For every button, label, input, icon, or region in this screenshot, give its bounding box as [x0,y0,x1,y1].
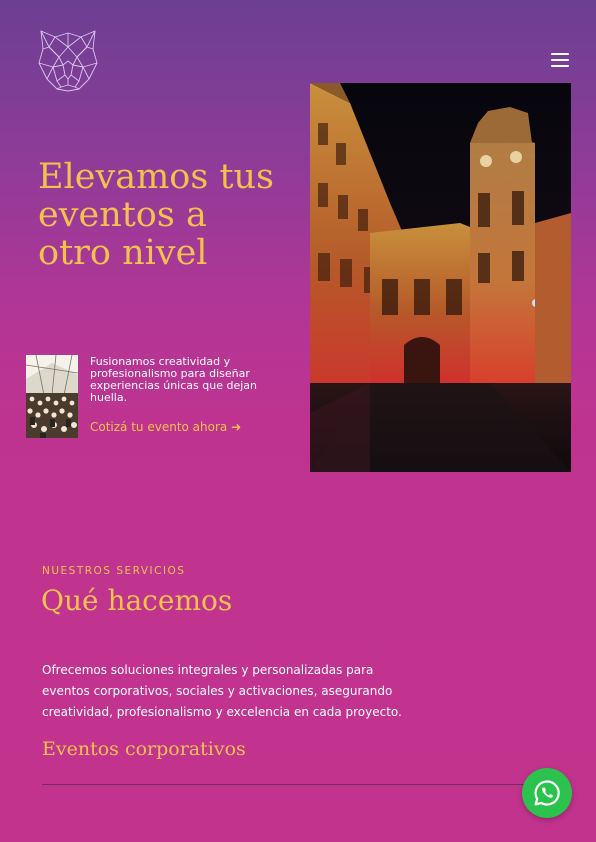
event-thumbnail [26,355,78,438]
hero-title-line: Elevamos tus [38,157,275,197]
hero-title: Elevamos tus eventos a otro nivel [38,158,298,272]
hero-photo [310,83,571,472]
section-description-line: Ofrecemos soluciones integrales y person… [42,663,374,677]
menu-button[interactable] [549,50,573,70]
quote-cta-label: Cotizá tu evento ahora [90,420,228,434]
brand-logo[interactable] [35,27,101,93]
hero-title-line: eventos a [38,195,207,235]
section-title: Qué hacemos [41,584,233,617]
hamburger-menu-icon [551,53,569,55]
section-description: Ofrecemos soluciones integrales y person… [42,660,442,723]
quote-cta-link[interactable]: Cotizá tu evento ahora ➜ [90,420,241,434]
hero-title-line: otro nivel [38,233,208,273]
service-item-eventos-corporativos[interactable]: Eventos corporativos [42,738,246,760]
panther-head-icon [38,30,98,92]
divider [42,784,534,785]
whatsapp-button[interactable] [522,768,572,818]
section-description-line: creatividad, profesionalismo y excelenci… [42,705,402,719]
section-kicker: NUESTROS SERVICIOS [42,565,186,577]
section-description-line: eventos corporativos, sociales y activac… [42,684,393,698]
hero-description: Fusionamos creatividad y profesionalismo… [90,356,270,404]
whatsapp-icon [534,780,560,806]
arrow-right-icon: ➜ [231,420,242,434]
hero-description-line: huella. [90,391,128,404]
